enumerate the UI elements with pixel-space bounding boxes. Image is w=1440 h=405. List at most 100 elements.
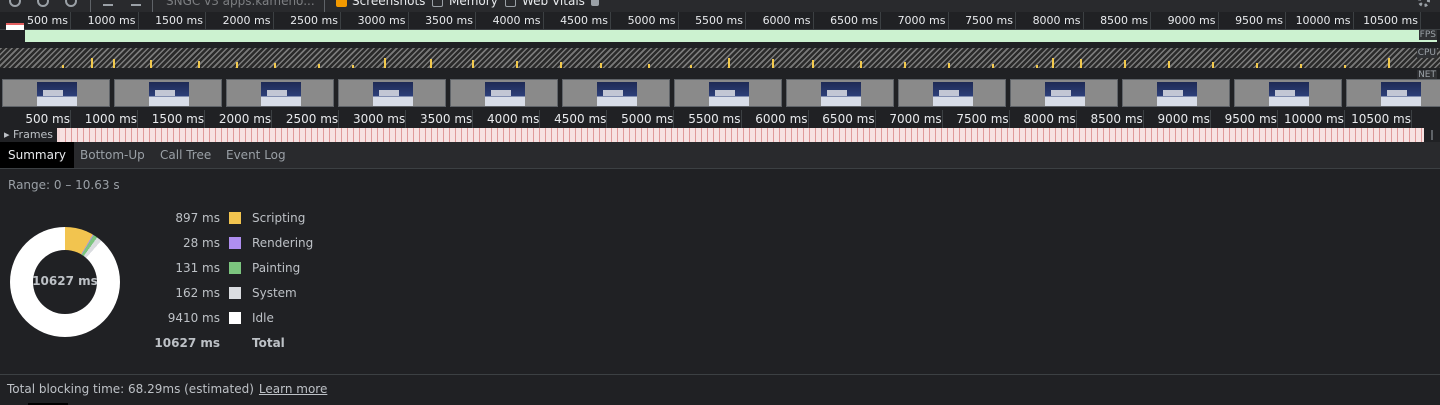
ruler-tick-label: 10000 ms: [1295, 14, 1351, 27]
cpu-activity-spike: [1344, 65, 1346, 68]
ruler-tick-label: 500 ms: [25, 112, 70, 126]
legend-swatch: [229, 312, 241, 324]
ruler-tick-label: 3500 ms: [425, 14, 473, 27]
legend-label: Scripting: [252, 211, 306, 225]
time-ruler-main: 500 ms 1000 ms 1500 ms 2000 ms 2500 ms 3000 m…: [0, 110, 1440, 128]
tab-bottom-up[interactable]: Bottom-Up: [72, 142, 153, 168]
ruler-tick-label: 9000 ms: [1157, 112, 1210, 126]
tab-event-log[interactable]: Event Log: [218, 142, 294, 168]
ruler-tick-label: 1000 ms: [84, 112, 138, 126]
status-footer: Total blocking time: 68.29ms (estimated)…: [0, 374, 1440, 405]
ruler-tick: [1420, 12, 1421, 29]
cpu-activity-spike: [516, 61, 518, 68]
frames-track[interactable]: ▸ Frames: [0, 128, 1440, 142]
ruler-tick-label: 2000 ms: [218, 112, 272, 126]
frames-label: Frames: [13, 128, 54, 141]
cpu-activity-spike: [772, 59, 774, 68]
cpu-activity-spike: [600, 63, 602, 68]
screenshot-thumbnail[interactable]: [338, 79, 446, 107]
record-icon[interactable]: [9, 0, 21, 7]
ruler-tick-label: 4500 ms: [560, 14, 608, 27]
screenshot-thumbnail[interactable]: [1122, 79, 1230, 107]
memory-label: Memory: [449, 0, 498, 8]
cpu-activity-spike: [236, 62, 238, 68]
screenshot-thumbnail[interactable]: [898, 79, 1006, 107]
fps-chart: [25, 30, 1437, 42]
cpu-activity-spike: [91, 58, 93, 68]
ruler-tick-label: 2000 ms: [222, 14, 271, 27]
cpu-activity-spike: [860, 61, 862, 68]
total-blocking-time-text: Total blocking time: 68.29ms (estimated): [7, 382, 254, 396]
cpu-activity-spike: [1052, 58, 1054, 68]
screenshots-checkbox[interactable]: [336, 0, 347, 7]
screenshot-thumbnail[interactable]: [1346, 79, 1440, 107]
garbage-collect-icon[interactable]: [591, 0, 599, 6]
screenshot-thumbnail[interactable]: [450, 79, 558, 107]
ruler-tick-label: 9500 ms: [1235, 14, 1283, 27]
screenshot-thumbnail[interactable]: [114, 79, 222, 107]
cpu-activity-spike: [948, 63, 950, 68]
download-icon[interactable]: [131, 0, 141, 6]
learn-more-link[interactable]: Learn more: [259, 382, 327, 396]
ruler-tick-label: 2500 ms: [290, 14, 338, 27]
memory-checkbox[interactable]: [432, 0, 443, 7]
ruler-tick-label: 500 ms: [27, 14, 68, 27]
cpu-activity-spike: [150, 60, 152, 68]
ruler-tick-label: 3000 ms: [357, 14, 406, 27]
cpu-activity-spike: [384, 58, 386, 68]
screenshot-thumbnail[interactable]: [674, 79, 782, 107]
cpu-activity-spike: [352, 65, 354, 68]
tab-summary[interactable]: Summary: [0, 142, 74, 168]
reload-icon[interactable]: [37, 0, 49, 7]
ruler-tick-label: 1000 ms: [87, 14, 136, 27]
clear-icon[interactable]: [65, 0, 77, 7]
details-tabbar: Summary Bottom-Up Call Tree Event Log: [0, 142, 1440, 169]
screenshot-thumbnail[interactable]: [562, 79, 670, 107]
screenshot-image: [821, 82, 861, 106]
screenshot-image: [1045, 82, 1085, 106]
cpu-chart: [0, 48, 1440, 68]
cpu-lane-label: CPU: [1416, 48, 1437, 58]
ruler-tick-label: 6500 ms: [830, 14, 878, 27]
ruler-tick-label: 1: [1412, 112, 1440, 126]
cpu-activity-spike: [1124, 60, 1126, 68]
ruler-tick-label: 9500 ms: [1224, 112, 1277, 126]
toolbar-divider: [90, 0, 91, 12]
cpu-activity-spike: [1388, 58, 1390, 68]
tab-call-tree[interactable]: Call Tree: [152, 142, 219, 168]
ruler-tick-label: 7000 ms: [897, 14, 946, 27]
frames-track-header[interactable]: ▸ Frames: [0, 128, 58, 142]
timeline-overview[interactable]: 500 ms 1000 ms 1 500 ms 2000 ms 2500 ms 3000 m…: [0, 12, 1440, 128]
upload-icon[interactable]: [103, 0, 113, 6]
cpu-activity-spike: [430, 59, 432, 68]
recording-select[interactable]: SNGC v3 apps.kameno...: [166, 0, 315, 8]
ruler-tick-label: 5500 ms: [695, 14, 743, 27]
web-vitals-label: Web Vitals: [522, 0, 585, 8]
ruler-tick-label: 3500 ms: [420, 112, 473, 126]
screenshot-thumbnail[interactable]: [1010, 79, 1118, 107]
web-vitals-checkbox[interactable]: [505, 0, 516, 7]
cpu-activity-spike: [1212, 62, 1214, 68]
cpu-activity-spike: [904, 62, 906, 68]
ruler-tick-label: 10500 ms: [1363, 14, 1418, 27]
cpu-activity-spike: [1300, 64, 1302, 68]
ruler-tick-label: 7500 ms: [965, 14, 1013, 27]
screenshot-thumbnail[interactable]: [1234, 79, 1342, 107]
screenshot-thumbnail[interactable]: [786, 79, 894, 107]
time-ruler: 500 ms 1000 ms 1500 ms 2000 ms 2500 ms 3000 m…: [0, 12, 1440, 30]
ruler-tick-label: 8000 ms: [1032, 14, 1081, 27]
donut-total: 10627 ms: [32, 274, 98, 288]
track-scrollbar[interactable]: [1424, 128, 1440, 142]
ruler-tick-label: 4500 ms: [554, 112, 607, 126]
legend-swatch: [229, 287, 241, 299]
screenshot-image: [373, 82, 413, 106]
cpu-activity-spike: [648, 64, 650, 68]
screenshot-thumbnail[interactable]: [2, 79, 110, 107]
cpu-activity-spike: [728, 58, 730, 68]
gear-icon[interactable]: [1418, 0, 1430, 7]
screenshot-image: [37, 82, 77, 106]
network-chart: [0, 70, 1440, 78]
ruler-tick-label: 8500 ms: [1090, 112, 1143, 126]
screenshot-thumbnail[interactable]: [226, 79, 334, 107]
legend-label: System: [252, 286, 297, 300]
